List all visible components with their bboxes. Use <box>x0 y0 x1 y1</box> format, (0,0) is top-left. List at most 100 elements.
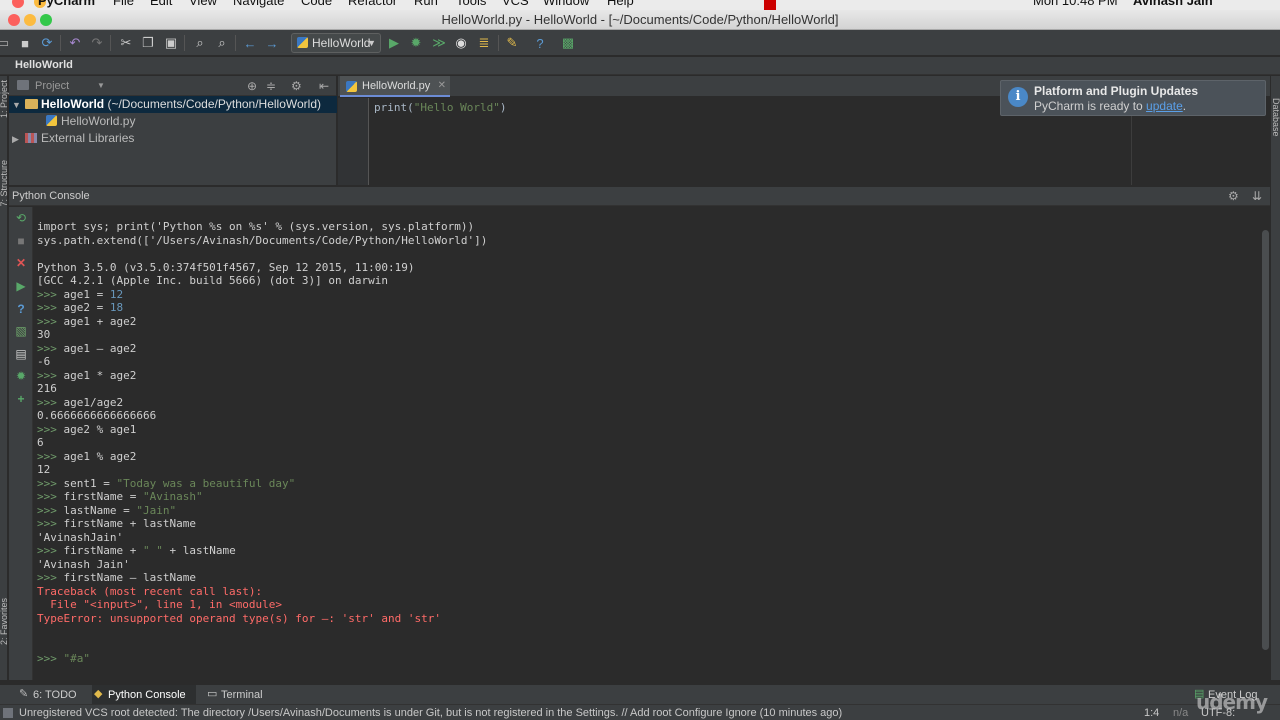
database-tool-tab[interactable]: Database <box>1271 98 1280 137</box>
new-console-icon[interactable]: + <box>14 392 28 406</box>
tree-item-helloworld-py[interactable]: HelloWorld.py <box>46 113 135 130</box>
editor-gutter <box>338 98 369 185</box>
history-icon[interactable]: ▤ <box>14 347 28 361</box>
cut-icon[interactable]: ✂ <box>117 34 135 52</box>
menu-edit[interactable]: Edit <box>150 0 172 8</box>
update-notification[interactable]: i Platform and Plugin Updates PyCharm is… <box>1000 80 1266 116</box>
console-line: import sys; print('Python %s on %s' % (s… <box>37 220 475 233</box>
python-console-output[interactable]: import sys; print('Python %s on %s' % (s… <box>34 207 1260 680</box>
caret-position[interactable]: 1:4 <box>1144 705 1159 720</box>
run-configuration-select[interactable]: HelloWorld ▼ <box>291 33 381 53</box>
replace-icon[interactable]: ⌕ <box>213 34 231 52</box>
project-view-select[interactable]: Project <box>35 80 69 92</box>
main-toolbar: ▭ ■ ⟳ ↶ ↷ ✂ ❐ ▣ ⌕ ⌕ ← → HelloWorld ▼ ▶ ✹… <box>0 30 1280 56</box>
debug-console-icon[interactable]: ✹ <box>14 369 28 383</box>
close-window-icon[interactable] <box>12 0 24 8</box>
back-icon[interactable]: ← <box>241 34 259 52</box>
notification-period: . <box>1182 99 1187 113</box>
forward-icon[interactable]: → <box>263 34 281 52</box>
python-console-tab[interactable]: ◆ Python Console <box>92 685 196 705</box>
rerun-icon[interactable]: ⟲ <box>14 211 28 225</box>
menu-view[interactable]: View <box>189 0 217 8</box>
profile-icon[interactable]: ◉ <box>452 34 470 52</box>
variables-icon[interactable]: ▧ <box>14 324 28 338</box>
todo-tab[interactable]: ✎ 6: TODO <box>17 685 77 705</box>
terminal-tab[interactable]: ▭ Terminal <box>205 685 263 705</box>
run-icon[interactable]: ▶ <box>385 34 403 52</box>
status-message[interactable]: Unregistered VCS root detected: The dire… <box>19 705 842 720</box>
project-tool-tab[interactable]: 1: Project <box>0 80 9 118</box>
menu-help[interactable]: Help <box>607 0 634 8</box>
console-input-line: >>> firstName + " " + lastName <box>37 544 236 557</box>
execute-icon[interactable]: ▶ <box>14 279 28 293</box>
console-prompt: >>> <box>37 450 57 463</box>
favorites-tool-tab[interactable]: 2: Favorites <box>0 598 9 645</box>
menu-run[interactable]: Run <box>414 0 438 8</box>
tool-windows-icon[interactable] <box>3 708 13 718</box>
debug-icon[interactable]: ✹ <box>407 34 425 52</box>
hide-panel-icon[interactable]: ⇊ <box>1252 189 1262 203</box>
gear-icon[interactable]: ⚙ <box>291 79 302 93</box>
close-icon[interactable]: ✕ <box>438 76 446 96</box>
console-input-text[interactable]: "#a" <box>64 652 91 665</box>
sync-icon[interactable]: ⟳ <box>38 34 56 52</box>
console-scrollbar[interactable] <box>1262 230 1269 650</box>
tree-item-project-root[interactable]: ▼ HelloWorld (~/Documents/Code/Python/Hel… <box>9 96 337 113</box>
console-toolbar: ⟲ ■ ✕ ▶ ? ▧ ▤ ✹ + <box>9 207 33 680</box>
hide-panel-icon[interactable]: ⇤ <box>319 79 329 93</box>
menu-code[interactable]: Code <box>301 0 332 8</box>
menu-window[interactable]: Window <box>543 0 589 8</box>
menu-file[interactable]: File <box>113 0 134 8</box>
gear-icon[interactable]: ⚙ <box>1228 189 1239 203</box>
run-configuration-label: HelloWorld <box>312 36 371 50</box>
menubar-user[interactable]: Avinash Jain <box>1133 0 1213 8</box>
run-with-coverage-icon[interactable]: ≫ <box>430 34 448 52</box>
console-string: " " <box>142 544 163 557</box>
editor-tab-helloworld[interactable]: HelloWorld.py ✕ <box>340 76 450 97</box>
chevron-down-icon[interactable]: ▼ <box>97 81 105 90</box>
structure-tool-tab[interactable]: 7: Structure <box>0 160 9 207</box>
editor-tab-label: HelloWorld.py <box>362 80 431 92</box>
chevron-right-icon[interactable]: ▶ <box>12 131 22 148</box>
folder-icon <box>25 99 38 109</box>
console-input-line: >>> lastName = "Jain" <box>37 504 176 517</box>
console-prompt: >>> <box>37 544 57 557</box>
console-line: sys.path.extend(['/Users/Avinash/Documen… <box>37 234 488 247</box>
minimize-button-icon[interactable] <box>24 14 36 26</box>
find-icon[interactable]: ⌕ <box>191 34 209 52</box>
project-structure-icon[interactable]: ▩ <box>559 34 577 52</box>
copy-icon[interactable]: ❐ <box>139 34 157 52</box>
menu-app[interactable]: PyCharm <box>38 0 95 8</box>
menu-navigate[interactable]: Navigate <box>233 0 284 8</box>
toolbar-separator <box>110 35 111 51</box>
tree-item-label: External Libraries <box>41 131 135 145</box>
paste-icon[interactable]: ▣ <box>162 34 180 52</box>
breadcrumb-project[interactable]: HelloWorld <box>15 59 73 71</box>
line-separator-status: n/a <box>1173 707 1189 719</box>
collapse-all-icon[interactable]: ≑ <box>266 79 276 93</box>
close-button-icon[interactable] <box>8 14 20 26</box>
close-console-icon[interactable]: ✕ <box>14 256 28 270</box>
undo-icon[interactable]: ↶ <box>66 34 84 52</box>
help-icon[interactable]: ? <box>14 302 28 316</box>
stop-icon[interactable]: ■ <box>14 234 28 248</box>
help-icon[interactable]: ? <box>531 34 549 52</box>
concurrency-diagram-icon[interactable]: ≣ <box>475 34 493 52</box>
menu-vcs[interactable]: VCS <box>502 0 529 8</box>
redo-icon[interactable]: ↷ <box>88 34 106 52</box>
settings-wrench-icon[interactable]: ✎ <box>503 34 521 52</box>
console-code: + lastName <box>162 544 236 557</box>
tree-item-external-libraries[interactable]: ▶ External Libraries <box>12 130 134 147</box>
open-icon[interactable]: ▭ <box>0 34 12 52</box>
scroll-from-source-icon[interactable]: ⊕ <box>247 79 257 93</box>
bottom-tool-tabs: ✎ 6: TODO ◆ Python Console ▭ Terminal ▤ Even… <box>0 684 1280 705</box>
console-current-input[interactable]: >>> "#a" <box>37 652 90 665</box>
menu-tools[interactable]: Tools <box>456 0 486 8</box>
update-link[interactable]: update <box>1146 99 1183 113</box>
chevron-down-icon[interactable]: ▼ <box>12 97 22 114</box>
code-line: print("Hello World") <box>374 101 506 114</box>
save-all-icon[interactable]: ■ <box>16 34 34 52</box>
menu-refactor[interactable]: Refactor <box>348 0 397 8</box>
zoom-button-icon[interactable] <box>40 14 52 26</box>
console-input-line: >>> age1 % age2 <box>37 450 136 463</box>
